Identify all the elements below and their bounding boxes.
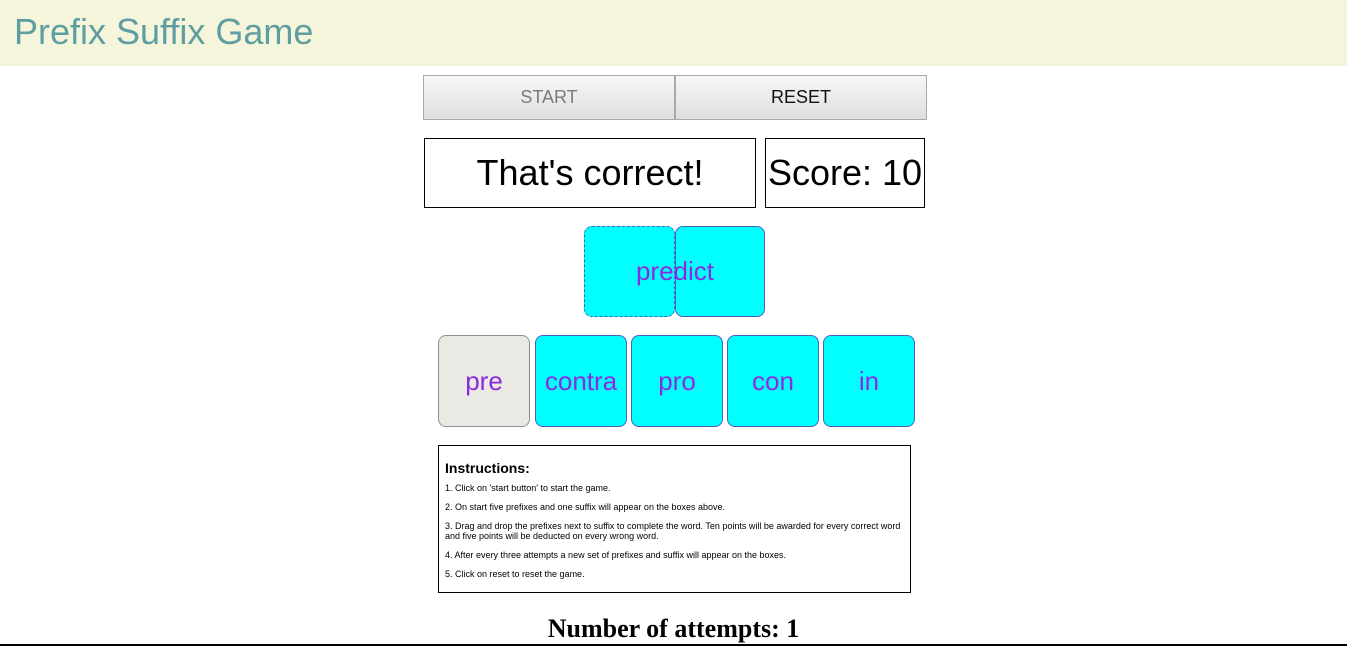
- prefix-tile-contra[interactable]: contra: [535, 335, 627, 427]
- word-assembly-area: predict: [584, 226, 766, 317]
- game-controls: START RESET: [423, 75, 927, 120]
- header-bar: Prefix Suffix Game: [0, 0, 1347, 66]
- feedback-message: That's correct!: [424, 138, 756, 208]
- prefix-tile-pro[interactable]: pro: [631, 335, 723, 427]
- prefix-tile-con[interactable]: con: [727, 335, 819, 427]
- start-button[interactable]: START: [423, 75, 675, 120]
- prefix-tile-pre[interactable]: pre: [438, 335, 530, 427]
- prefix-tiles-row: pre contra pro con in: [438, 335, 918, 427]
- prefix-drop-slot[interactable]: [584, 226, 675, 317]
- instruction-item: 1. Click on 'start button' to start the …: [445, 483, 611, 493]
- instructions-panel: Instructions: 1. Click on 'start button'…: [438, 445, 911, 593]
- page-title: Prefix Suffix Game: [14, 11, 314, 52]
- reset-button[interactable]: RESET: [675, 75, 927, 120]
- instruction-item: 5. Click on reset to reset the game.: [445, 569, 585, 579]
- instruction-item: 4. After every three attempts a new set …: [445, 550, 787, 560]
- suffix-tile: [675, 226, 765, 317]
- score-display: Score: 10: [765, 138, 925, 208]
- prefix-tile-in[interactable]: in: [823, 335, 915, 427]
- instructions-title: Instructions:: [445, 460, 530, 476]
- instruction-item: 3. Drag and drop the prefixes next to su…: [445, 521, 901, 541]
- instruction-item: 2. On start five prefixes and one suffix…: [445, 502, 725, 512]
- attempts-counter: Number of attempts: 1: [547, 614, 800, 643]
